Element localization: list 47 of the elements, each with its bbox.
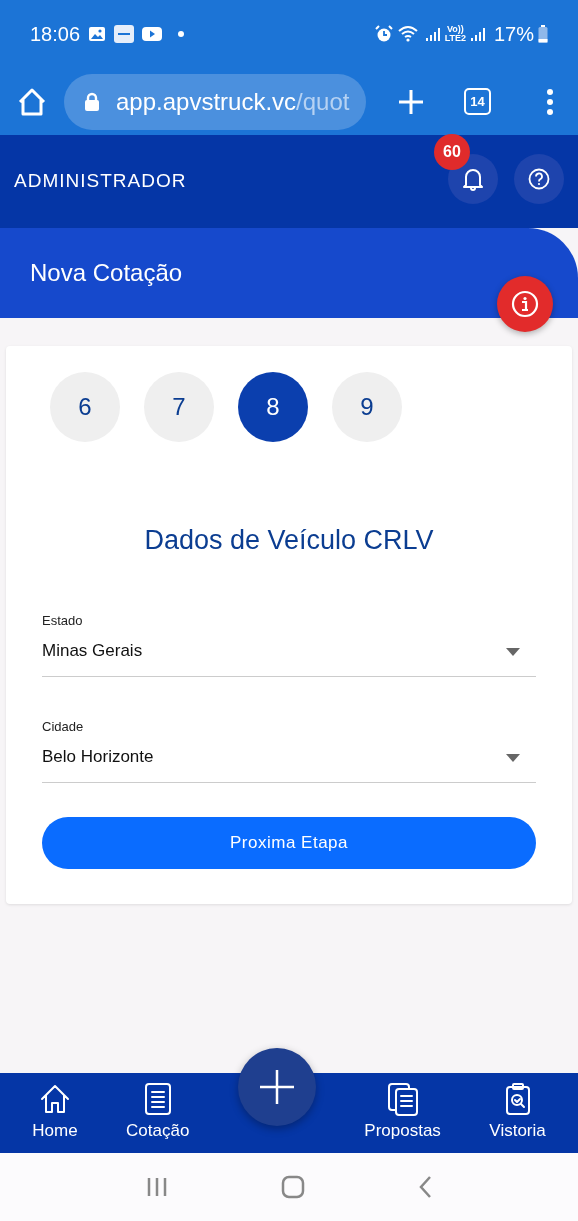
plus-icon — [258, 1069, 295, 1105]
video-icon — [142, 26, 163, 42]
clipboard-search-icon — [504, 1082, 531, 1117]
document-icon — [143, 1082, 172, 1117]
url-text: app.apvstruck.vc/quot — [116, 86, 350, 117]
help-icon — [528, 167, 550, 190]
info-icon — [511, 290, 539, 318]
gallery-icon — [88, 26, 107, 42]
help-button[interactable] — [514, 153, 564, 204]
clock-time: 18:06 — [30, 22, 81, 47]
battery-percentage: 17% — [493, 22, 534, 47]
volte-label: Vo)) — [446, 25, 464, 34]
back-icon[interactable] — [417, 1175, 432, 1199]
notification-count: 60 — [434, 133, 470, 170]
select-field[interactable]: Estado Minas Gerais — [42, 600, 536, 677]
plus-icon[interactable] — [398, 88, 424, 115]
role-title: ADMINISTRADOR — [14, 169, 187, 194]
bell-icon — [462, 166, 484, 191]
recent-apps-icon[interactable] — [146, 1177, 169, 1197]
nav-item[interactable]: Propostas — [364, 1082, 441, 1144]
more-icon[interactable] — [546, 88, 554, 115]
select-field[interactable]: Cidade Belo Horizonte — [42, 706, 536, 783]
lte-label: LTE2 — [444, 34, 466, 43]
step-button[interactable]: 8 — [238, 372, 308, 442]
documents-icon — [386, 1082, 419, 1117]
next-step-button[interactable]: Proxima Etapa — [42, 816, 536, 869]
home-icon[interactable] — [281, 1175, 305, 1199]
step-button[interactable]: 7 — [144, 372, 214, 442]
nav-item[interactable]: Home — [32, 1082, 78, 1144]
dot-icon — [178, 31, 185, 37]
page-title: Nova Cotação — [30, 258, 183, 288]
battery-icon — [538, 25, 548, 43]
alarm-icon — [374, 25, 393, 43]
dropdown-caret-icon — [506, 647, 520, 656]
step-button[interactable]: 9 — [332, 372, 402, 442]
add-button[interactable] — [237, 1048, 316, 1126]
lock-icon — [84, 91, 100, 112]
dropdown-caret-icon — [506, 753, 520, 762]
step-button[interactable]: 6 — [50, 372, 120, 442]
nav-item[interactable]: Cotação — [126, 1082, 190, 1144]
signal-icon — [424, 26, 441, 42]
nav-item[interactable]: Vistoria — [489, 1082, 546, 1144]
form-title: Dados de Veículo CRLV — [143, 524, 435, 557]
tab-count-button[interactable]: 14 — [464, 88, 491, 115]
app-notification-icon — [114, 25, 135, 43]
signal-icon — [469, 26, 486, 42]
info-button[interactable] — [497, 276, 553, 332]
